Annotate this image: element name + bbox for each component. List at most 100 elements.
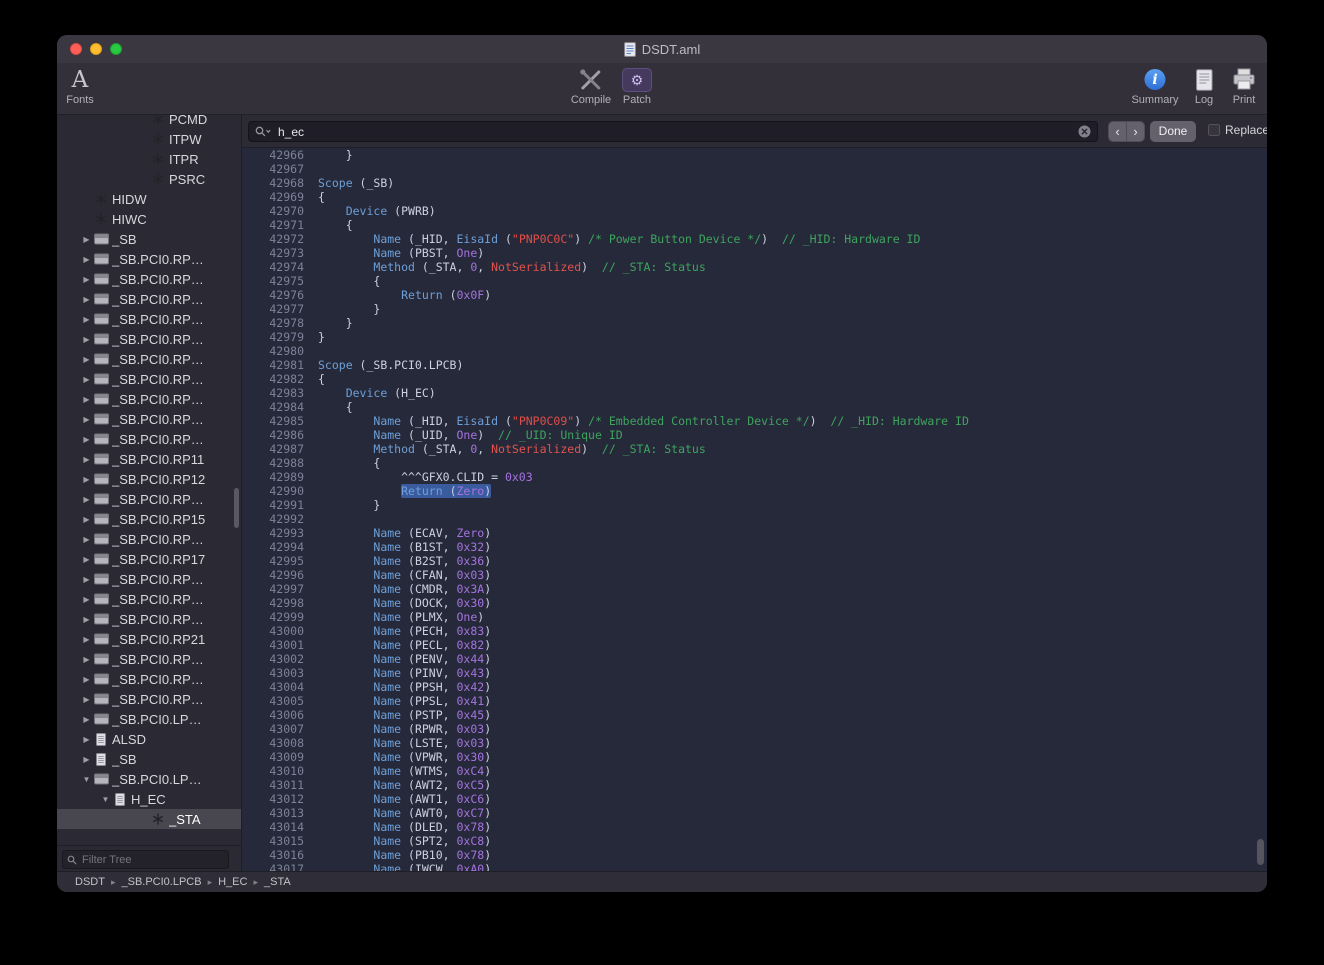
breadcrumb-item[interactable]: _SB.PCI0.LPCB [121, 876, 201, 888]
tree-item[interactable]: ▶ALSD [57, 729, 241, 749]
chevron-right-icon[interactable]: ▶ [80, 755, 93, 764]
search-field[interactable] [248, 121, 1098, 142]
tree-item[interactable]: ▶_SB.PCI0.RP… [57, 249, 241, 269]
tree-item[interactable]: ▶_SB.PCI0.RP… [57, 609, 241, 629]
tree-item[interactable]: ▶_SB.PCI0.RP… [57, 369, 241, 389]
find-previous-button[interactable]: ‹ [1109, 122, 1126, 141]
chevron-right-icon[interactable]: ▶ [80, 655, 93, 664]
tree-item[interactable]: ▶_SB.PCI0.RP… [57, 349, 241, 369]
tree-item[interactable]: ▶_SB.PCI0.RP… [57, 329, 241, 349]
log-document-icon [1195, 69, 1212, 91]
replace-checkbox[interactable] [1208, 124, 1220, 136]
tree-item[interactable]: ▶_SB.PCI0.RP… [57, 669, 241, 689]
tree-item[interactable]: ▶_SB.PCI0.RP… [57, 589, 241, 609]
tree-item[interactable]: ▶_SB.PCI0.LP… [57, 709, 241, 729]
tree-item[interactable]: ▶_SB.PCI0.RP11 [57, 449, 241, 469]
tree-item[interactable]: ▶_SB.PCI0.RP… [57, 389, 241, 409]
line-number: 42977 [242, 302, 304, 316]
chevron-down-icon[interactable]: ▼ [99, 795, 112, 804]
tree-item[interactable]: ITPW [57, 129, 241, 149]
find-next-button[interactable]: › [1126, 122, 1144, 141]
chevron-down-icon[interactable]: ▼ [80, 775, 93, 784]
summary-button[interactable]: i Summary [1131, 66, 1178, 106]
tree-item[interactable]: ▶_SB.PCI0.RP… [57, 569, 241, 589]
tree-item[interactable]: ▶_SB.PCI0.RP… [57, 649, 241, 669]
code-line: 42981Scope (_SB.PCI0.LPCB) [242, 358, 1267, 372]
tree-item[interactable]: ▶_SB.PCI0.RP… [57, 289, 241, 309]
chevron-right-icon[interactable]: ▶ [80, 335, 93, 344]
search-icon[interactable] [255, 126, 272, 137]
chevron-right-icon[interactable]: ▶ [80, 375, 93, 384]
chevron-right-icon[interactable]: ▶ [80, 495, 93, 504]
code-area[interactable]: 42966 }4296742968Scope (_SB)42969{42970 … [242, 148, 1267, 871]
tree-item[interactable]: ITPR [57, 149, 241, 169]
tree-item[interactable]: ▶ _SB.PCI0.RP21 [57, 629, 241, 649]
breadcrumb-item[interactable]: H_EC [218, 876, 247, 888]
tree-item[interactable]: PCMD [57, 115, 241, 129]
tree-item[interactable]: ▶_SB.PCI0.RP… [57, 409, 241, 429]
tree-item[interactable]: ▶_SB.PCI0.RP… [57, 309, 241, 329]
tree-item[interactable]: ▶_SB.PCI0.RP… [57, 429, 241, 449]
tree-item-label: _SB.PCI0.RP21 [112, 632, 205, 647]
tree-item[interactable]: HIDW [57, 189, 241, 209]
code-text: Device (H_EC) [318, 386, 436, 400]
chevron-right-icon[interactable]: ▶ [80, 555, 93, 564]
patch-button[interactable]: ⚙ Patch [622, 66, 652, 106]
breadcrumb-item[interactable]: DSDT [75, 876, 105, 888]
chevron-right-icon[interactable]: ▶ [80, 695, 93, 704]
chevron-right-icon[interactable]: ▶ [80, 355, 93, 364]
print-button[interactable]: Print [1232, 66, 1256, 106]
chevron-right-icon[interactable]: ▶ [80, 635, 93, 644]
search-input[interactable] [276, 124, 1074, 140]
tree-item[interactable]: ▶_SB.PCI0.RP12 [57, 469, 241, 489]
chevron-right-icon[interactable]: ▶ [80, 615, 93, 624]
breadcrumb-item[interactable]: _STA [264, 876, 291, 888]
tree-item[interactable]: PSRC [57, 169, 241, 189]
code-line: 43001 Name (PECL, 0x82) [242, 638, 1267, 652]
tree-item[interactable]: ▼_SB.PCI0.LP… [57, 769, 241, 789]
titlebar[interactable]: DSDT.aml [57, 35, 1267, 63]
chevron-right-icon[interactable]: ▶ [80, 395, 93, 404]
chevron-right-icon[interactable]: ▶ [80, 715, 93, 724]
clear-search-icon[interactable] [1078, 125, 1091, 138]
tree-item[interactable]: ▼ H_EC [57, 789, 241, 809]
chevron-right-icon[interactable]: ▶ [80, 275, 93, 284]
code-line: 42984 { [242, 400, 1267, 414]
filter-input[interactable] [80, 853, 224, 867]
chevron-right-icon[interactable]: ▶ [80, 595, 93, 604]
chevron-right-icon[interactable]: ▶ [80, 455, 93, 464]
chevron-right-icon[interactable]: ▶ [80, 575, 93, 584]
editor-pane[interactable]: ‹ › Done Replace 42966 }4296742968Scope … [242, 115, 1267, 871]
tree-item[interactable]: ▶_SB.PCI0.RP… [57, 529, 241, 549]
chevron-right-icon[interactable]: ▶ [80, 295, 93, 304]
done-button[interactable]: Done [1150, 121, 1196, 142]
fonts-button[interactable]: A Fonts [66, 66, 94, 106]
tree-item[interactable]: ▶_SB [57, 229, 241, 249]
chevron-right-icon[interactable]: ▶ [80, 255, 93, 264]
filter-field[interactable] [62, 850, 229, 869]
chevron-right-icon[interactable]: ▶ [80, 235, 93, 244]
chevron-right-icon[interactable]: ▶ [80, 415, 93, 424]
chevron-right-icon[interactable]: ▶ [80, 515, 93, 524]
tree-item[interactable]: ▶_SB.PCI0.RP… [57, 689, 241, 709]
tree-item[interactable]: ▶_SB.PCI0.RP… [57, 489, 241, 509]
folder-icon [93, 632, 109, 646]
tree-item[interactable]: _STA [57, 809, 241, 829]
log-button[interactable]: Log [1195, 66, 1213, 106]
chevron-right-icon[interactable]: ▶ [80, 735, 93, 744]
chevron-right-icon[interactable]: ▶ [80, 435, 93, 444]
tree-item[interactable]: HIWC [57, 209, 241, 229]
sidebar-scrollbar[interactable] [234, 488, 239, 528]
chevron-right-icon[interactable]: ▶ [80, 535, 93, 544]
tree-item[interactable]: ▶_SB.PCI0.RP15 [57, 509, 241, 529]
tree-item[interactable]: ▶_SB [57, 749, 241, 769]
compile-button[interactable]: Compile [571, 66, 611, 106]
tree-item-label: H_EC [131, 792, 166, 807]
chevron-right-icon[interactable]: ▶ [80, 315, 93, 324]
editor-scrollbar[interactable] [1257, 839, 1264, 865]
chevron-right-icon[interactable]: ▶ [80, 675, 93, 684]
tree-item[interactable]: ▶_SB.PCI0.RP… [57, 269, 241, 289]
tree-item[interactable]: ▶_SB.PCI0.RP17 [57, 549, 241, 569]
tree-item-label: ITPW [169, 132, 202, 147]
chevron-right-icon[interactable]: ▶ [80, 475, 93, 484]
